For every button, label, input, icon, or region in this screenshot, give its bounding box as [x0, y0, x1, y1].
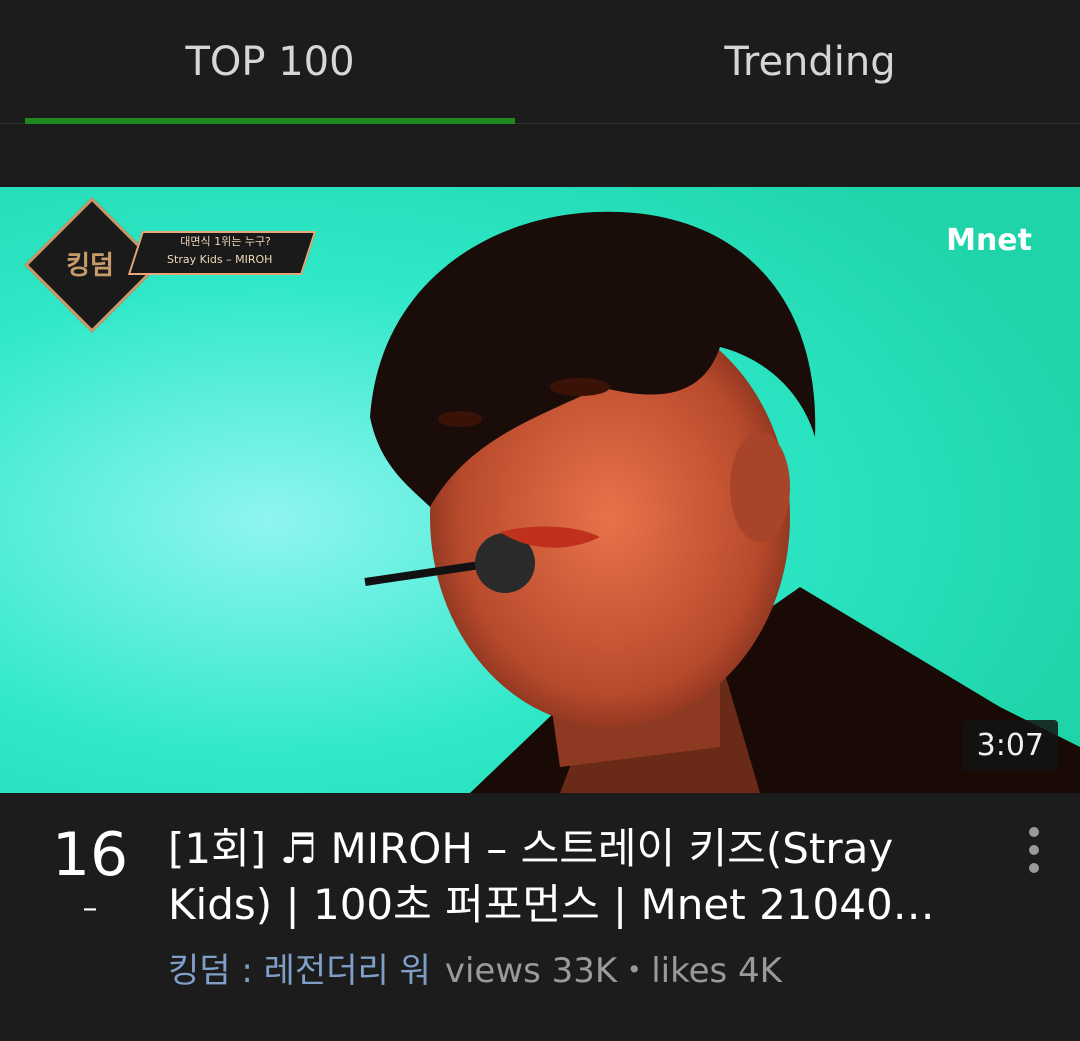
show-logo-text: 킹덤 [66, 251, 114, 281]
tab-trending[interactable]: Trending [540, 0, 1080, 124]
tab-bar: TOP 100 Trending [0, 0, 1080, 124]
badge-line-2: Stray Kids – MIROH [167, 253, 273, 266]
thumbnail-image [0, 187, 1080, 793]
more-vertical-icon-dot [1029, 863, 1039, 873]
rank-change-indicator: – [82, 891, 98, 926]
more-vertical-icon-dot [1029, 845, 1039, 855]
video-meta: 킹덤 : 레전더리 워 views 33K・likes 4K [168, 943, 782, 992]
badge-line-1: 대면식 1위는 누구? [180, 235, 271, 248]
more-options-button[interactable] [1022, 827, 1046, 881]
rank-number: 16 [51, 820, 129, 890]
video-title[interactable]: [1회] ♬ MIROH – 스트레이 키즈(Stray Kids) | 100… [168, 821, 948, 933]
video-stats: views 33K・likes 4K [444, 951, 782, 991]
video-thumbnail[interactable]: 킹덤 대면식 1위는 누구? Stray Kids – MIROH Mnet 3… [0, 187, 1080, 793]
video-duration-badge: 3:07 [962, 720, 1058, 771]
tab-top-100[interactable]: TOP 100 [0, 0, 540, 124]
network-logo: Mnet [946, 223, 1032, 258]
active-tab-indicator [25, 118, 515, 124]
thumbnail-caption-badge: 대면식 1위는 누구? Stray Kids – MIROH [127, 231, 317, 275]
channel-name-link[interactable]: 킹덤 : 레전더리 워 [168, 951, 431, 991]
video-info: 16 – [1회] ♬ MIROH – 스트레이 키즈(Stray Kids) … [0, 793, 1080, 1041]
more-vertical-icon [1029, 827, 1039, 837]
